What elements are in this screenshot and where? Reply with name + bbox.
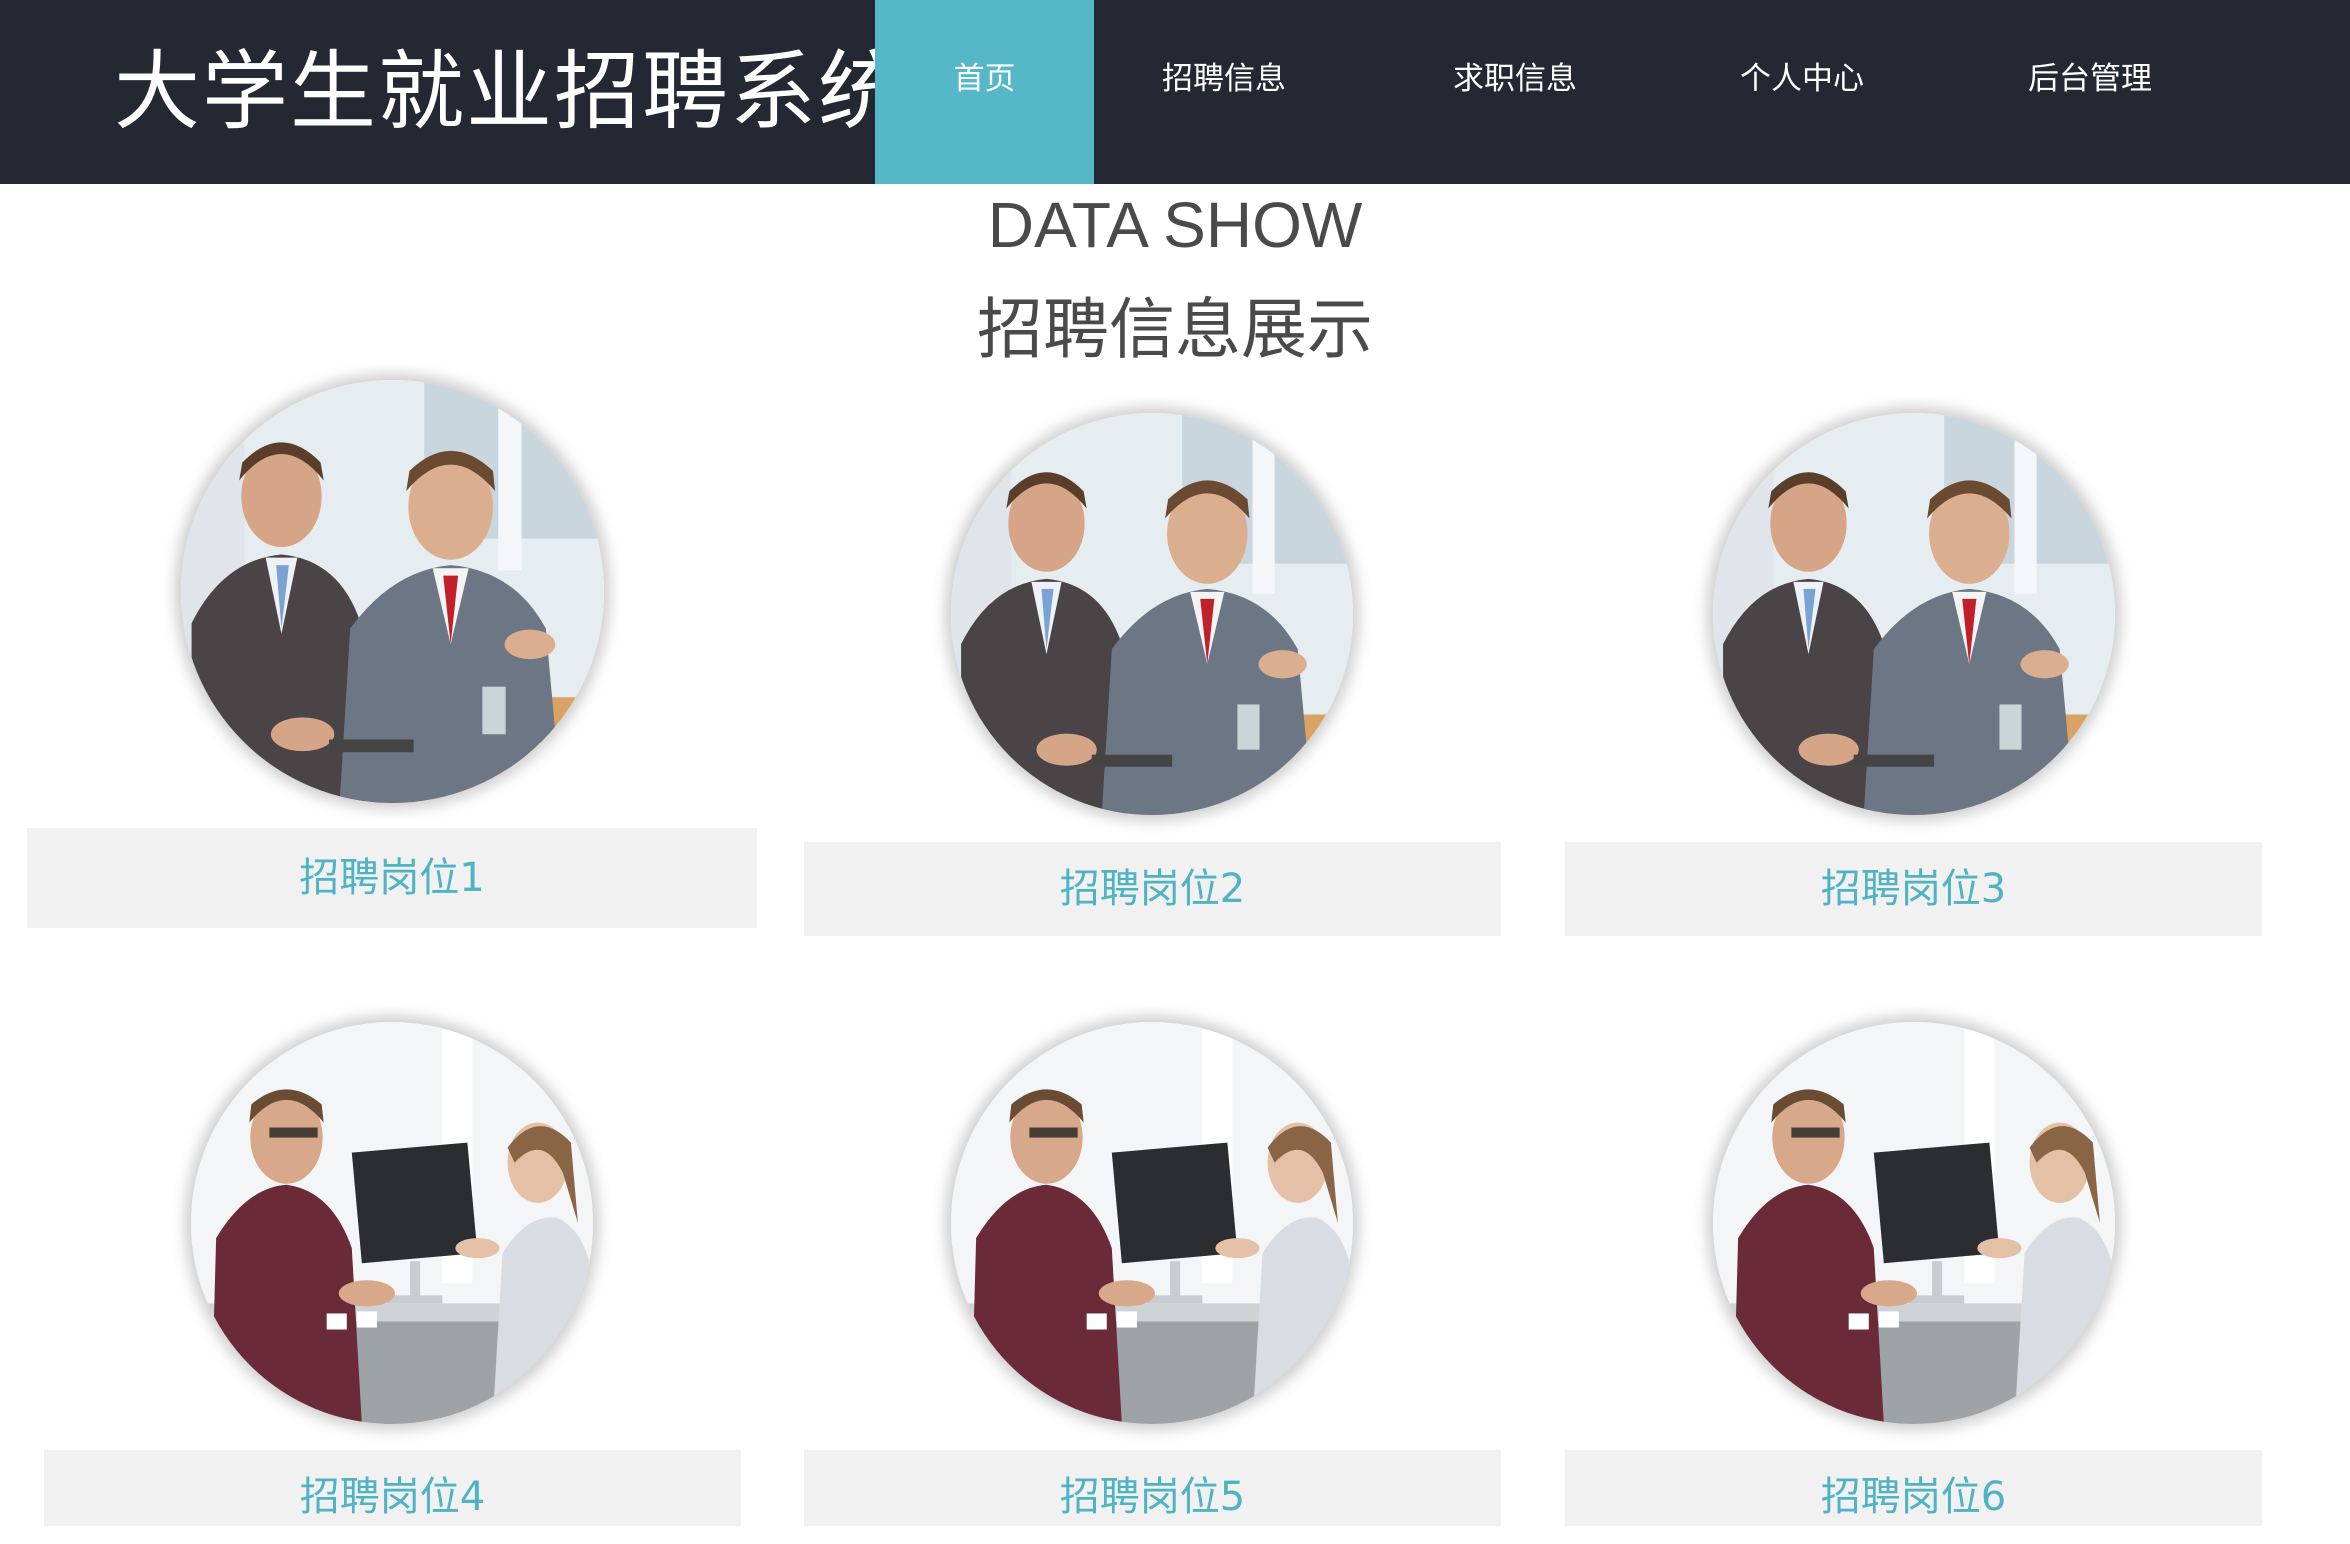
section-title-cn: 招聘信息展示 (977, 291, 1373, 368)
section-title-en: DATA SHOW (987, 189, 1363, 261)
site-brand[interactable]: 大学生就业招聘系统 (114, 22, 906, 162)
top-navbar: 大学生就业招聘系统 首页 招聘信息 求职信息 个人中心 后台管理 (0, 0, 2350, 184)
job-card-title[interactable]: 招聘岗位6 (1565, 1450, 2262, 1526)
job-interview-photo[interactable] (1713, 1022, 2115, 1424)
nav-admin[interactable]: 后台管理 (1960, 0, 2220, 184)
nav-job-seeking-info[interactable]: 求职信息 (1385, 0, 1645, 184)
job-card-title[interactable]: 招聘岗位1 (27, 828, 757, 928)
business-meeting-photo[interactable] (181, 380, 604, 803)
nav-home[interactable]: 首页 (875, 0, 1094, 184)
business-meeting-photo[interactable] (1713, 413, 2115, 815)
business-meeting-photo[interactable] (951, 413, 1353, 815)
job-interview-photo[interactable] (191, 1022, 593, 1424)
main-nav: 首页 招聘信息 求职信息 个人中心 后台管理 (875, 0, 2350, 184)
job-card-title[interactable]: 招聘岗位2 (804, 842, 1501, 936)
job-card-title[interactable]: 招聘岗位3 (1565, 842, 2262, 936)
nav-personal-center[interactable]: 个人中心 (1672, 0, 1932, 184)
job-interview-photo[interactable] (951, 1022, 1353, 1424)
nav-recruitment-info[interactable]: 招聘信息 (1094, 0, 1354, 184)
job-card-title[interactable]: 招聘岗位5 (804, 1450, 1501, 1526)
job-card-title[interactable]: 招聘岗位4 (44, 1450, 741, 1526)
